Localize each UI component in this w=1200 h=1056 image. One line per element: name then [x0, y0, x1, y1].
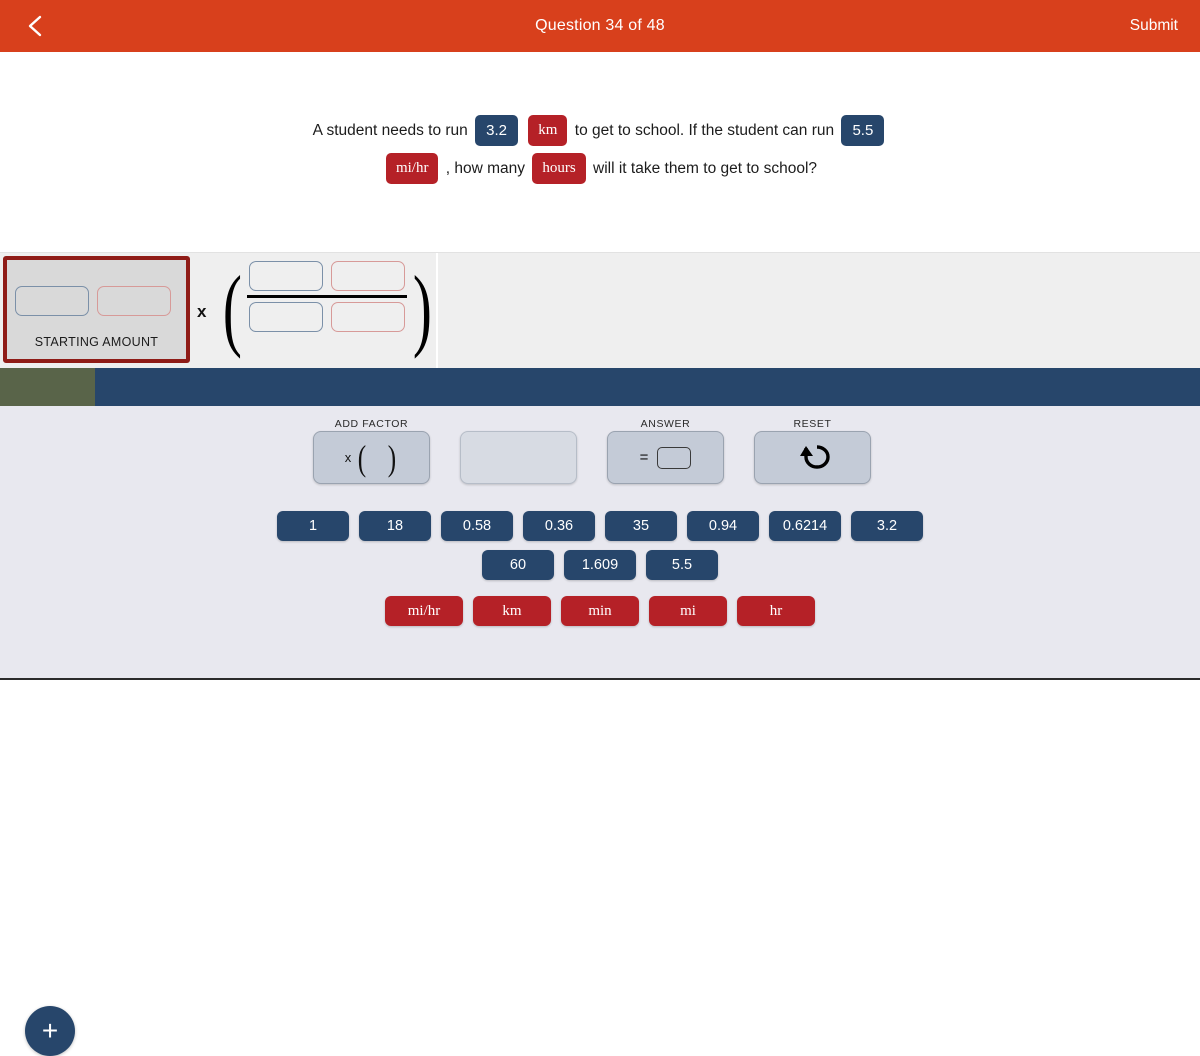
add-factor-times: x — [344, 450, 352, 465]
tool-row: ADD FACTOR x ( ) ANSWER = RESET — [313, 417, 871, 484]
number-chip-5[interactable]: 0.94 — [687, 511, 759, 541]
unit-chip-3[interactable]: mi — [649, 596, 727, 626]
undo-arrow-icon — [799, 444, 830, 469]
number-chip-0[interactable]: 1 — [277, 511, 349, 541]
denominator-unit-slot[interactable] — [331, 302, 405, 332]
page-title: Question 34 of 48 — [535, 17, 665, 34]
right-parenthesis: ) — [413, 257, 433, 359]
multiply-symbol: x — [197, 302, 207, 321]
chevron-left-icon — [28, 15, 42, 37]
tool-empty — [460, 417, 577, 484]
submit-button[interactable]: Submit — [1130, 17, 1178, 35]
add-factor-paren-left: ( — [358, 437, 367, 478]
plus-icon: + — [41, 1015, 59, 1046]
question-value-1: 3.2 — [475, 115, 518, 147]
number-chips-row-1: 1 18 0.58 0.36 35 0.94 0.6214 3.2 — [0, 511, 1200, 541]
fraction-body — [247, 261, 407, 332]
numerator-unit-slot[interactable] — [331, 261, 405, 291]
progress-bar-track — [0, 368, 1200, 406]
question-part-1: A student needs to run — [312, 122, 468, 139]
question-unit-3: hours — [532, 153, 586, 185]
question-part-4: will it take them to get to school? — [593, 160, 818, 177]
empty-tool-button[interactable] — [460, 431, 577, 484]
work-area: STARTING AMOUNT x ( ) — [0, 253, 438, 368]
reset-button[interactable] — [754, 431, 871, 484]
unit-chips-row: mi/hr km min mi hr — [0, 596, 1200, 626]
multiply-parentheses-icon: x ( ) — [344, 437, 399, 478]
number-chip-4[interactable]: 35 — [605, 511, 677, 541]
unit-chip-4[interactable]: hr — [737, 596, 815, 626]
number-chip-b-0[interactable]: 60 — [482, 550, 554, 580]
starting-amount-card[interactable]: STARTING AMOUNT — [3, 256, 190, 363]
fraction-denominator — [247, 302, 407, 332]
progress-bar-fill — [0, 368, 95, 406]
starting-amount-label: STARTING AMOUNT — [34, 335, 159, 349]
answer-box — [657, 446, 692, 469]
question-part-2: to get to school. If the student can run — [574, 122, 835, 139]
question-unit-2: mi/hr — [385, 153, 439, 185]
question-part-3: , how many — [445, 160, 526, 177]
palette-panel: ADD FACTOR x ( ) ANSWER = RESET 1 18 0.5… — [0, 406, 1200, 1056]
number-chip-1[interactable]: 18 — [359, 511, 431, 541]
add-floating-button[interactable]: + — [25, 1006, 75, 1056]
add-factor-paren-right: ) — [388, 437, 397, 478]
starting-amount-unit-slot[interactable] — [97, 286, 171, 316]
work-strip: STARTING AMOUNT x ( ) — [0, 252, 1200, 368]
number-chip-b-2[interactable]: 5.5 — [646, 550, 718, 580]
starting-amount-slots — [15, 286, 171, 316]
add-factor-button[interactable]: x ( ) — [313, 431, 430, 484]
back-button[interactable] — [18, 9, 52, 43]
fraction-numerator — [247, 261, 407, 291]
number-chip-6[interactable]: 0.6214 — [769, 511, 841, 541]
number-chip-2[interactable]: 0.58 — [441, 511, 513, 541]
fraction-bar — [247, 295, 407, 298]
number-chip-7[interactable]: 3.2 — [851, 511, 923, 541]
question-area: A student needs to run 3.2 km to get to … — [0, 52, 1200, 252]
left-parenthesis: ( — [222, 257, 242, 359]
palette-chips: 1 18 0.58 0.36 35 0.94 0.6214 3.2 60 1.609 5.5 mi… — [0, 511, 1200, 635]
tool-answer: ANSWER = — [607, 417, 724, 484]
add-factor-label: ADD FACTOR — [334, 418, 409, 430]
factor-fraction: ( ) — [222, 256, 433, 364]
unit-chip-2[interactable]: min — [561, 596, 639, 626]
number-chips-row-2: 60 1.609 5.5 — [0, 550, 1200, 580]
answer-equals: = — [639, 449, 649, 466]
answer-button[interactable]: = — [607, 431, 724, 484]
app-root: Question 34 of 48 Submit A student needs… — [0, 0, 1200, 1056]
unit-chip-1[interactable]: km — [473, 596, 551, 626]
work-area-overflow — [440, 253, 1200, 368]
number-chip-b-1[interactable]: 1.609 — [564, 550, 636, 580]
question-unit-1: km — [528, 115, 568, 147]
reset-label: RESET — [793, 418, 832, 430]
starting-amount-value-slot[interactable] — [15, 286, 89, 316]
answer-label: ANSWER — [640, 418, 691, 430]
number-chip-3[interactable]: 0.36 — [523, 511, 595, 541]
numerator-value-slot[interactable] — [249, 261, 323, 291]
unit-chip-0[interactable]: mi/hr — [385, 596, 463, 626]
app-header: Question 34 of 48 Submit — [0, 0, 1200, 52]
equals-box-icon: = — [639, 446, 692, 469]
denominator-value-slot[interactable] — [249, 302, 323, 332]
tool-add-factor: ADD FACTOR x ( ) — [313, 417, 430, 484]
tool-reset: RESET — [754, 417, 871, 484]
question-value-2: 5.5 — [841, 115, 885, 147]
question-text: A student needs to run 3.2 km to get to … — [300, 112, 900, 188]
